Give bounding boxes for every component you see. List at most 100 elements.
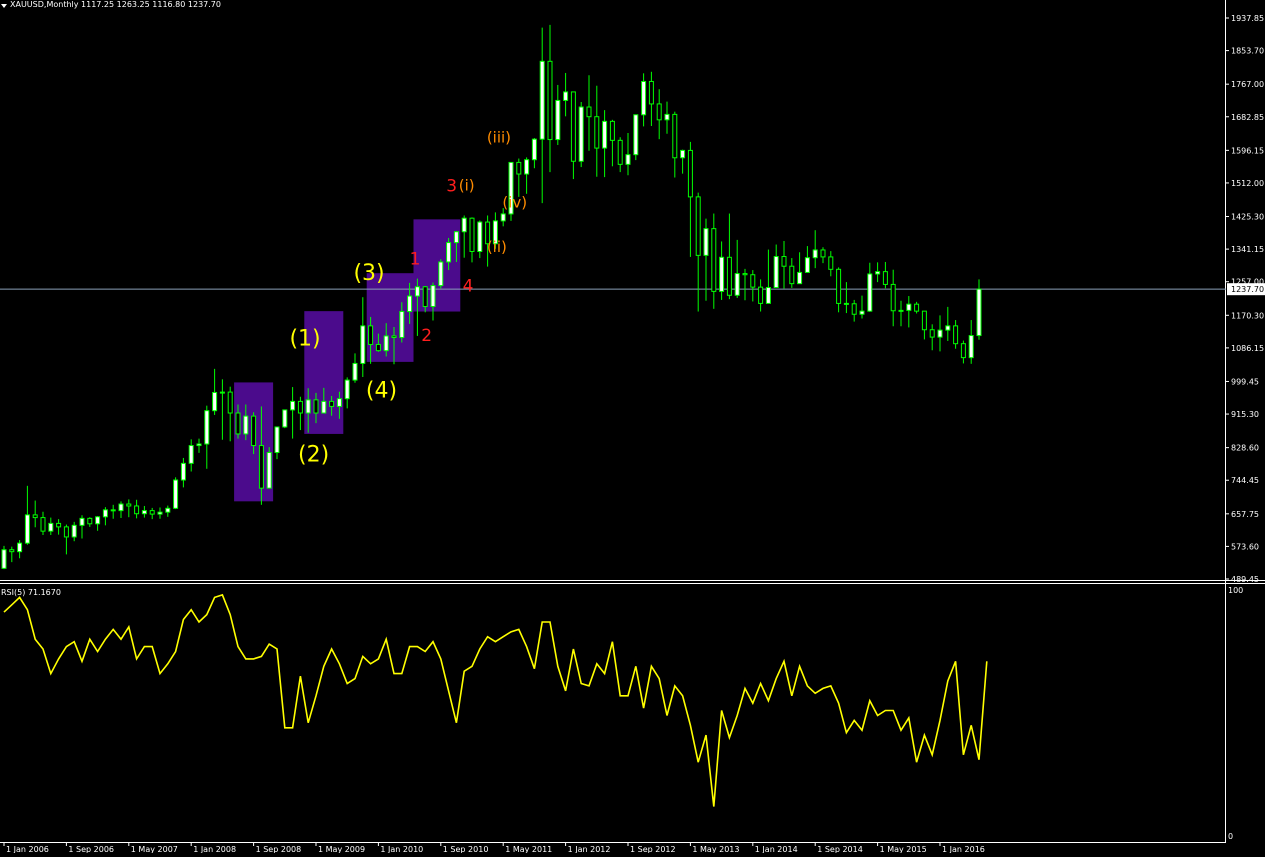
candle <box>282 409 288 429</box>
candle-body <box>461 217 467 233</box>
candle-body <box>227 391 233 414</box>
candle-body <box>9 549 15 553</box>
price-tick-label: 1512.00 <box>1231 179 1264 188</box>
candle-body <box>968 335 974 359</box>
candle-body <box>71 524 77 538</box>
candle-body <box>953 325 959 345</box>
candle <box>266 447 272 489</box>
candle-body <box>898 309 904 312</box>
candle-body <box>547 60 553 141</box>
candle-body <box>422 286 428 307</box>
candle-body <box>750 274 756 288</box>
candle-body <box>680 149 686 159</box>
price-tick-label: 1853.70 <box>1231 47 1264 56</box>
time-tick-label: 1 Jan 2010 <box>380 845 423 853</box>
candle-body <box>407 295 413 313</box>
candle-body <box>875 271 881 275</box>
candle-body <box>914 303 920 312</box>
candle-body <box>867 273 873 312</box>
wave-label: (3) <box>353 261 384 286</box>
time-tick-label: 1 May 2013 <box>692 845 739 853</box>
time-tick-label: 1 Jan 2014 <box>755 845 798 853</box>
candle-body <box>836 268 842 304</box>
candle-body <box>180 462 186 481</box>
time-tick-label: 1 Sep 2010 <box>443 845 489 853</box>
candle-body <box>945 325 951 331</box>
candle-body <box>726 256 732 296</box>
candle-body <box>149 510 155 515</box>
price-tick-label: 1425.30 <box>1231 213 1264 222</box>
candle-body <box>141 510 147 515</box>
candle-body <box>937 329 943 338</box>
candle-body <box>446 242 452 263</box>
candle-body <box>102 509 108 518</box>
candle-body <box>469 217 475 252</box>
price-tick-label: 744.45 <box>1231 476 1259 485</box>
candle-body <box>1 549 7 569</box>
candle-body <box>570 91 576 162</box>
candle-body <box>360 325 366 364</box>
candle-body <box>695 196 701 256</box>
wave-label: 4 <box>463 276 474 296</box>
candle-body <box>921 310 927 331</box>
candle-body <box>797 271 803 285</box>
candle-body <box>110 509 116 512</box>
candle-body <box>63 526 69 538</box>
wave-label: (1) <box>289 327 320 352</box>
time-tick-label: 1 Sep 2014 <box>817 845 863 853</box>
candle-body <box>602 120 608 149</box>
candle-body <box>157 511 163 515</box>
candle-body <box>87 517 93 525</box>
wave-box-3 <box>366 273 414 362</box>
candle-body <box>274 426 280 454</box>
candle-body <box>95 516 101 525</box>
wave-label: (ii) <box>487 238 507 256</box>
current-price-label: 1237.70 <box>1231 285 1264 294</box>
price-tick-label: 1682.85 <box>1231 113 1264 122</box>
candle-body <box>742 273 748 276</box>
candle-body <box>656 103 662 121</box>
price-tick-label: 1767.00 <box>1231 80 1264 89</box>
candle-body <box>251 415 257 447</box>
candle-body <box>929 329 935 338</box>
candle-body <box>781 256 787 267</box>
candle-body <box>890 283 896 312</box>
candle <box>438 259 444 289</box>
wave-label: (iii) <box>487 129 511 147</box>
candle-body <box>804 257 810 273</box>
candle-body <box>625 154 631 165</box>
time-tick-label: 1 Jan 2016 <box>942 845 985 853</box>
wave-label: 3 <box>446 176 457 196</box>
candle-body <box>219 391 225 394</box>
candle-body <box>313 399 319 414</box>
candle-body <box>344 379 350 400</box>
candle-body <box>789 265 795 285</box>
wave-label: (2) <box>298 442 329 467</box>
candle-body <box>134 505 140 515</box>
candle-body <box>539 60 545 140</box>
candle-body <box>711 228 717 292</box>
candle-body <box>32 514 38 519</box>
candle-body <box>976 288 982 337</box>
candle-body <box>305 399 311 414</box>
price-tick-label: 999.45 <box>1231 377 1259 386</box>
price-tick-label: 573.60 <box>1231 542 1259 551</box>
candle <box>1 545 7 570</box>
candle-body <box>882 271 888 285</box>
candle-body <box>687 149 693 198</box>
candle-body <box>375 343 381 352</box>
rsi-tick-label: 0 <box>1228 832 1233 841</box>
candle-body <box>243 415 249 435</box>
chart-canvas[interactable]: 1937.85 1853.70 1767.00 1682.85 1596.15 1512.… <box>0 0 1265 854</box>
candle-body <box>524 159 530 175</box>
candle-body <box>500 213 506 222</box>
candle-body <box>17 542 23 553</box>
candle-body <box>609 120 615 141</box>
candle-body <box>773 256 779 289</box>
candle-body <box>266 452 272 489</box>
chart-window[interactable]: 1937.85 1853.70 1767.00 1682.85 1596.15 1512.… <box>0 0 1265 854</box>
candle-body <box>672 113 678 159</box>
candle-body <box>48 522 54 532</box>
candle-body <box>594 116 600 149</box>
candle-body <box>563 91 569 101</box>
